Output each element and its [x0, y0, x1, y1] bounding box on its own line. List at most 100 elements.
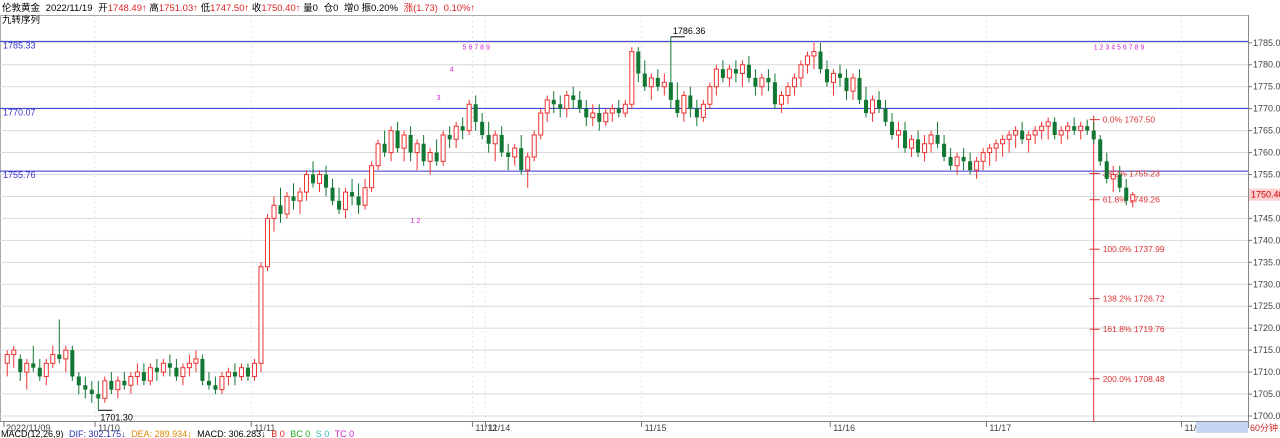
candle — [401, 130, 407, 162]
oi-label: 仓 — [324, 2, 334, 14]
candle-body — [96, 394, 101, 399]
candle — [37, 358, 42, 381]
candle-body — [43, 362, 49, 377]
candle-body — [154, 367, 159, 373]
candle — [675, 82, 680, 118]
candle — [1052, 117, 1057, 140]
candle-body — [1110, 174, 1116, 180]
candle-body — [141, 372, 146, 381]
candle — [571, 86, 576, 109]
candle-body — [421, 143, 426, 162]
candle-body — [271, 204, 277, 219]
change-percent: 0.10%↑ — [444, 3, 476, 14]
candle-body — [362, 187, 368, 206]
candle — [870, 95, 876, 122]
candle-body — [401, 134, 407, 149]
candle — [362, 178, 368, 210]
y-tick-label: 1740.00 — [1253, 235, 1280, 245]
candle — [877, 91, 882, 114]
candle-body — [89, 389, 94, 395]
candle — [857, 69, 862, 105]
candle-body — [1072, 126, 1077, 131]
candle — [388, 126, 394, 162]
candle — [661, 73, 667, 96]
candle-body — [264, 217, 270, 268]
candle — [356, 183, 361, 215]
candle — [1006, 130, 1012, 153]
candle-body — [213, 385, 218, 390]
scroll-thumb[interactable] — [1196, 422, 1248, 433]
candle — [922, 134, 928, 162]
candle-body — [1104, 161, 1109, 179]
chart-header: 伦敦黄金 2022/11/19 开1748.49↑ 高1751.03↑ 低174… — [2, 2, 475, 26]
candle-body — [134, 371, 140, 377]
y-tick-label: 1705.00 — [1253, 389, 1280, 399]
candle-body — [506, 152, 511, 157]
period-tab[interactable]: 60分钟 — [1250, 422, 1278, 433]
candle — [232, 363, 237, 386]
candle-body — [968, 161, 973, 171]
td-sequence-mark: 5 6 7 8 9 — [463, 44, 490, 51]
candle-body — [258, 266, 264, 364]
candle-body — [603, 112, 609, 123]
candle-body — [304, 174, 310, 193]
candle — [174, 358, 179, 381]
candlestick-chart[interactable]: 1785.331770.071755.76 0.0% 1767.5038.2% … — [0, 0, 1280, 438]
candle — [83, 376, 88, 399]
candle — [713, 64, 719, 96]
candle-body — [1124, 187, 1129, 201]
candle-body — [987, 147, 993, 154]
candle — [57, 319, 62, 364]
candle — [219, 372, 225, 395]
candle-body — [102, 380, 108, 399]
candle-body — [375, 143, 381, 167]
candle-body — [726, 68, 732, 79]
candle — [258, 262, 264, 373]
candle — [297, 187, 303, 215]
candle — [655, 69, 660, 92]
macd-label: MACD(12,26,9) — [1, 429, 64, 438]
fib-level-label: 100.0% 1737.99 — [1103, 244, 1165, 254]
candle-body — [609, 108, 615, 114]
macd-value: MACD: 306.283↓ — [197, 429, 266, 438]
candle-body — [863, 99, 869, 114]
candle-body — [890, 121, 895, 135]
candle — [942, 134, 947, 162]
td-sequence-mark: 1 2 — [411, 218, 421, 225]
candle — [453, 121, 459, 149]
candle — [935, 121, 940, 149]
candle — [337, 187, 342, 215]
horizontal-level-label: 1755.76 — [3, 170, 36, 180]
candle — [512, 143, 518, 166]
candle — [506, 143, 511, 171]
candle — [798, 60, 804, 87]
candle — [778, 91, 784, 114]
candle — [909, 134, 915, 157]
candle-body — [791, 77, 797, 88]
candle-body — [1085, 126, 1090, 131]
candle — [739, 60, 745, 87]
candle — [1013, 126, 1019, 149]
candle-body — [232, 372, 237, 377]
candle — [1065, 121, 1071, 140]
candle — [128, 372, 134, 395]
candle — [291, 183, 296, 210]
candle-body — [700, 103, 706, 118]
candle-body — [453, 125, 459, 140]
candle-body — [1020, 130, 1025, 140]
candle — [63, 345, 69, 373]
candle-body — [766, 77, 771, 83]
y-tick-label: 1760.00 — [1253, 148, 1280, 158]
candle — [707, 82, 713, 109]
candle-body — [616, 108, 621, 114]
candle-body — [83, 385, 88, 390]
y-tick-label: 1730.00 — [1253, 279, 1280, 289]
candle-body — [720, 69, 725, 78]
y-tick-label: 1715.00 — [1253, 345, 1280, 355]
candle — [772, 73, 777, 109]
candle — [245, 363, 250, 381]
candle — [830, 69, 836, 96]
last-price-label: 1750.40 — [1251, 190, 1280, 200]
candle — [668, 36, 673, 109]
candle — [818, 42, 823, 74]
